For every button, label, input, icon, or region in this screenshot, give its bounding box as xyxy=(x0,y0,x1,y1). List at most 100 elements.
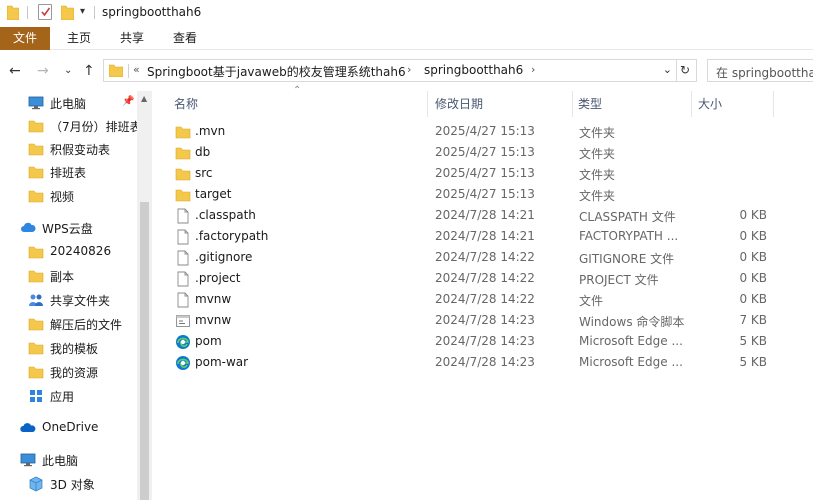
sidebar-item[interactable]: 20240826 xyxy=(0,241,138,263)
forward-arrow-icon[interactable]: → xyxy=(37,63,49,79)
sidebar-item-label: 此电脑 xyxy=(42,454,79,468)
breadcrumb-current[interactable]: springbootthah6 xyxy=(424,63,523,77)
file-icon xyxy=(177,250,189,266)
file-row[interactable]: pom 2024/7/28 14:23 Microsoft Edge ... 5 KB xyxy=(171,331,771,352)
refresh-button[interactable]: ↻ xyxy=(677,59,697,82)
sidebar-scrollbar[interactable]: ▲ xyxy=(137,91,152,500)
back-arrow-icon[interactable]: ← xyxy=(9,63,21,79)
sidebar-item[interactable]: OneDrive xyxy=(0,417,138,439)
sidebar-item[interactable]: 3D 对象 xyxy=(0,473,138,495)
file-date: 2025/4/27 15:13 xyxy=(435,187,535,201)
file-row[interactable]: .mvn 2025/4/27 15:13 文件夹 xyxy=(171,121,771,142)
sidebar-item[interactable]: 视频 xyxy=(0,185,138,207)
sidebar-item-label: 我的模板 xyxy=(50,342,99,356)
folder-icon xyxy=(175,147,191,160)
file-size: 0 KB xyxy=(739,229,767,243)
onedrive-icon xyxy=(20,423,36,432)
folder-icon xyxy=(109,64,123,77)
sidebar-item[interactable]: WPS云盘 xyxy=(0,217,138,239)
file-name: pom xyxy=(195,334,222,348)
file-row[interactable]: target 2025/4/27 15:13 文件夹 xyxy=(171,184,771,205)
sidebar-item[interactable]: 共享文件夹 xyxy=(0,289,138,311)
file-row[interactable]: .gitignore 2024/7/28 14:22 GITIGNORE 文件 0 K… xyxy=(171,247,771,268)
column-header-date[interactable]: 修改日期 xyxy=(435,95,483,112)
sidebar-item[interactable]: 副本 xyxy=(0,265,138,287)
file-row[interactable]: src 2025/4/27 15:13 文件夹 xyxy=(171,163,771,184)
folder-icon xyxy=(28,166,44,179)
overflow-chevron-icon[interactable]: « xyxy=(133,63,140,76)
file-row[interactable]: pom-war 2024/7/28 14:23 Microsoft Edge ...… xyxy=(171,352,771,373)
folder-icon xyxy=(175,189,191,202)
file-date: 2024/7/28 14:23 xyxy=(435,355,535,369)
file-row[interactable]: mvnw 2024/7/28 14:22 文件 0 KB xyxy=(171,289,771,310)
tab-home[interactable]: 主页 xyxy=(56,27,102,50)
file-name: db xyxy=(195,145,211,159)
cube-icon xyxy=(29,476,43,492)
column-divider[interactable] xyxy=(773,91,774,117)
file-date: 2025/4/27 15:13 xyxy=(435,145,535,159)
tab-view[interactable]: 查看 xyxy=(162,27,208,50)
address-dropdown-icon[interactable]: ⌄ xyxy=(663,63,672,76)
file-type: PROJECT 文件 xyxy=(579,273,659,287)
sidebar-item-label: 3D 对象 xyxy=(50,478,95,492)
column-divider[interactable] xyxy=(427,91,428,117)
search-input[interactable]: 在 springbootthah6 中搜索 xyxy=(707,59,813,82)
sidebar-item[interactable]: 解压后的文件 xyxy=(0,313,138,335)
properties-icon[interactable] xyxy=(38,4,52,20)
column-header-name[interactable]: 名称 xyxy=(174,95,198,112)
quick-access-dropdown-icon[interactable]: ▾ xyxy=(80,6,85,17)
column-header-size[interactable]: 大小 xyxy=(698,95,722,112)
sidebar-item[interactable]: 积假变动表 xyxy=(0,138,138,160)
up-arrow-icon[interactable]: ↑ xyxy=(83,63,95,79)
file-list: ⌃ 名称 修改日期 类型 大小 .mvn 2025/4/27 15:13 文件夹 db… xyxy=(153,85,813,500)
file-name: target xyxy=(195,187,232,201)
sidebar-item-label: 20240826 xyxy=(50,244,112,258)
sidebar-item-label: （7月份）排班表 xyxy=(50,120,142,134)
column-header-type[interactable]: 类型 xyxy=(578,95,602,112)
file-type: 文件夹 xyxy=(579,168,616,182)
chevron-right-icon[interactable]: › xyxy=(531,63,535,76)
folder-icon xyxy=(28,270,44,283)
breadcrumb-parent[interactable]: Springboot基于javaweb的校友管理系统thah6 xyxy=(147,63,406,80)
scrollbar-thumb[interactable] xyxy=(140,202,149,500)
sidebar-item[interactable]: 我的资源 xyxy=(0,361,138,383)
scroll-up-icon[interactable]: ▲ xyxy=(141,94,147,103)
recent-locations-icon[interactable]: ⌄ xyxy=(64,65,72,76)
sidebar-item-label: 副本 xyxy=(50,270,75,284)
new-folder-icon[interactable] xyxy=(61,5,74,20)
column-divider[interactable] xyxy=(572,91,573,117)
sidebar-item[interactable]: 我的模板 xyxy=(0,337,138,359)
sidebar-item[interactable]: 排班表 xyxy=(0,161,138,183)
tab-share[interactable]: 共享 xyxy=(109,27,155,50)
file-type: FACTORYPATH ... xyxy=(579,229,679,243)
sidebar-item[interactable]: （7月份）排班表 xyxy=(0,115,142,137)
address-divider xyxy=(128,64,129,78)
file-icon xyxy=(177,292,189,308)
pin-icon[interactable]: 📌 xyxy=(122,96,134,107)
file-row[interactable]: mvnw 2024/7/28 14:23 Windows 命令脚本 7 KB xyxy=(171,310,771,331)
file-type: CLASSPATH 文件 xyxy=(579,210,676,224)
refresh-icon: ↻ xyxy=(680,63,691,77)
file-icon xyxy=(177,229,189,245)
address-bar[interactable]: « Springboot基于javaweb的校友管理系统thah6 › spri… xyxy=(103,59,677,82)
sidebar-item[interactable]: 此电脑 xyxy=(0,449,138,471)
search-placeholder: 在 springbootthah6 中搜索 xyxy=(716,66,813,80)
file-type: 文件夹 xyxy=(579,189,616,203)
file-row[interactable]: db 2025/4/27 15:13 文件夹 xyxy=(171,142,771,163)
folder-icon xyxy=(175,126,191,139)
file-row[interactable]: .factorypath 2024/7/28 14:21 FACTORYPATH .… xyxy=(171,226,771,247)
chevron-right-icon[interactable]: › xyxy=(407,63,411,76)
share-icon xyxy=(29,294,43,306)
file-row[interactable]: .project 2024/7/28 14:22 PROJECT 文件 0 KB xyxy=(171,268,771,289)
sidebar-item[interactable]: 应用 xyxy=(0,385,138,407)
column-divider[interactable] xyxy=(691,91,692,117)
file-date: 2024/7/28 14:21 xyxy=(435,229,535,243)
title-bar: ▾ springbootthah6 xyxy=(0,0,813,26)
file-name: .factorypath xyxy=(195,229,269,243)
file-row[interactable]: .classpath 2024/7/28 14:21 CLASSPATH 文件 0 K… xyxy=(171,205,771,226)
sidebar-item[interactable]: 此电脑 📌 xyxy=(0,92,138,114)
edge-icon xyxy=(176,356,190,370)
file-date: 2025/4/27 15:13 xyxy=(435,124,535,138)
tab-file[interactable]: 文件 xyxy=(0,27,50,50)
file-type: 文件夹 xyxy=(579,147,616,161)
